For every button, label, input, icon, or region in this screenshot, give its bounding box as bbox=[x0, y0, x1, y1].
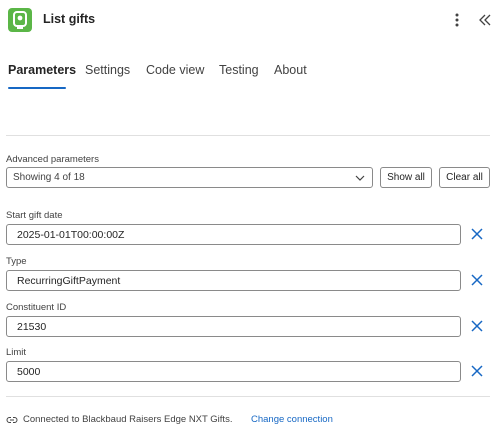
advanced-parameters-select[interactable]: Showing 4 of 18 bbox=[6, 167, 373, 188]
tab-settings[interactable]: Settings bbox=[85, 63, 130, 77]
limit-value: 5000 bbox=[17, 366, 41, 378]
tab-parameters[interactable]: Parameters bbox=[8, 63, 76, 77]
start-gift-date-value: 2025-01-01T00:00:00Z bbox=[17, 229, 125, 241]
limit-label: Limit bbox=[6, 347, 27, 358]
lock-icon bbox=[8, 8, 32, 32]
start-gift-date-label: Start gift date bbox=[6, 210, 63, 221]
constituent-id-field[interactable]: 21530 bbox=[6, 316, 461, 337]
tab-bar: Parameters Settings Code view Testing Ab… bbox=[0, 63, 500, 93]
close-icon bbox=[471, 320, 483, 332]
advanced-parameters-label: Advanced parameters bbox=[6, 154, 99, 165]
divider bbox=[6, 396, 490, 397]
divider bbox=[6, 135, 490, 136]
chevron-down-icon bbox=[355, 175, 365, 181]
collapse-panel-button[interactable] bbox=[475, 10, 495, 30]
panel-header: List gifts bbox=[0, 0, 500, 40]
type-value: RecurringGiftPayment bbox=[17, 275, 121, 287]
close-icon bbox=[471, 365, 483, 377]
remove-type-button[interactable] bbox=[470, 273, 484, 287]
tab-code-view[interactable]: Code view bbox=[146, 63, 204, 77]
tab-about[interactable]: About bbox=[274, 63, 307, 77]
double-chevron-left-icon bbox=[479, 14, 491, 26]
limit-field[interactable]: 5000 bbox=[6, 361, 461, 382]
tab-testing[interactable]: Testing bbox=[219, 63, 259, 77]
remove-constituent-id-button[interactable] bbox=[470, 319, 484, 333]
remove-start-gift-date-button[interactable] bbox=[470, 227, 484, 241]
type-field[interactable]: RecurringGiftPayment bbox=[6, 270, 461, 291]
constituent-id-label: Constituent ID bbox=[6, 302, 67, 313]
connection-status: Connected to Blackbaud Raisers Edge NXT … bbox=[23, 414, 233, 425]
change-connection-link[interactable]: Change connection bbox=[251, 414, 333, 425]
clear-all-button[interactable]: Clear all bbox=[439, 167, 490, 188]
show-all-button[interactable]: Show all bbox=[380, 167, 432, 188]
type-label: Type bbox=[6, 256, 27, 267]
advanced-parameters-value: Showing 4 of 18 bbox=[13, 172, 85, 183]
page-title: List gifts bbox=[43, 12, 96, 26]
constituent-id-value: 21530 bbox=[17, 321, 47, 333]
close-icon bbox=[471, 274, 483, 286]
remove-limit-button[interactable] bbox=[470, 364, 484, 378]
active-tab-indicator bbox=[8, 87, 66, 89]
more-vertical-icon bbox=[455, 13, 459, 27]
connection-link-icon bbox=[6, 417, 18, 423]
close-icon bbox=[471, 228, 483, 240]
more-options-button[interactable] bbox=[448, 10, 466, 30]
start-gift-date-field[interactable]: 2025-01-01T00:00:00Z bbox=[6, 224, 461, 245]
